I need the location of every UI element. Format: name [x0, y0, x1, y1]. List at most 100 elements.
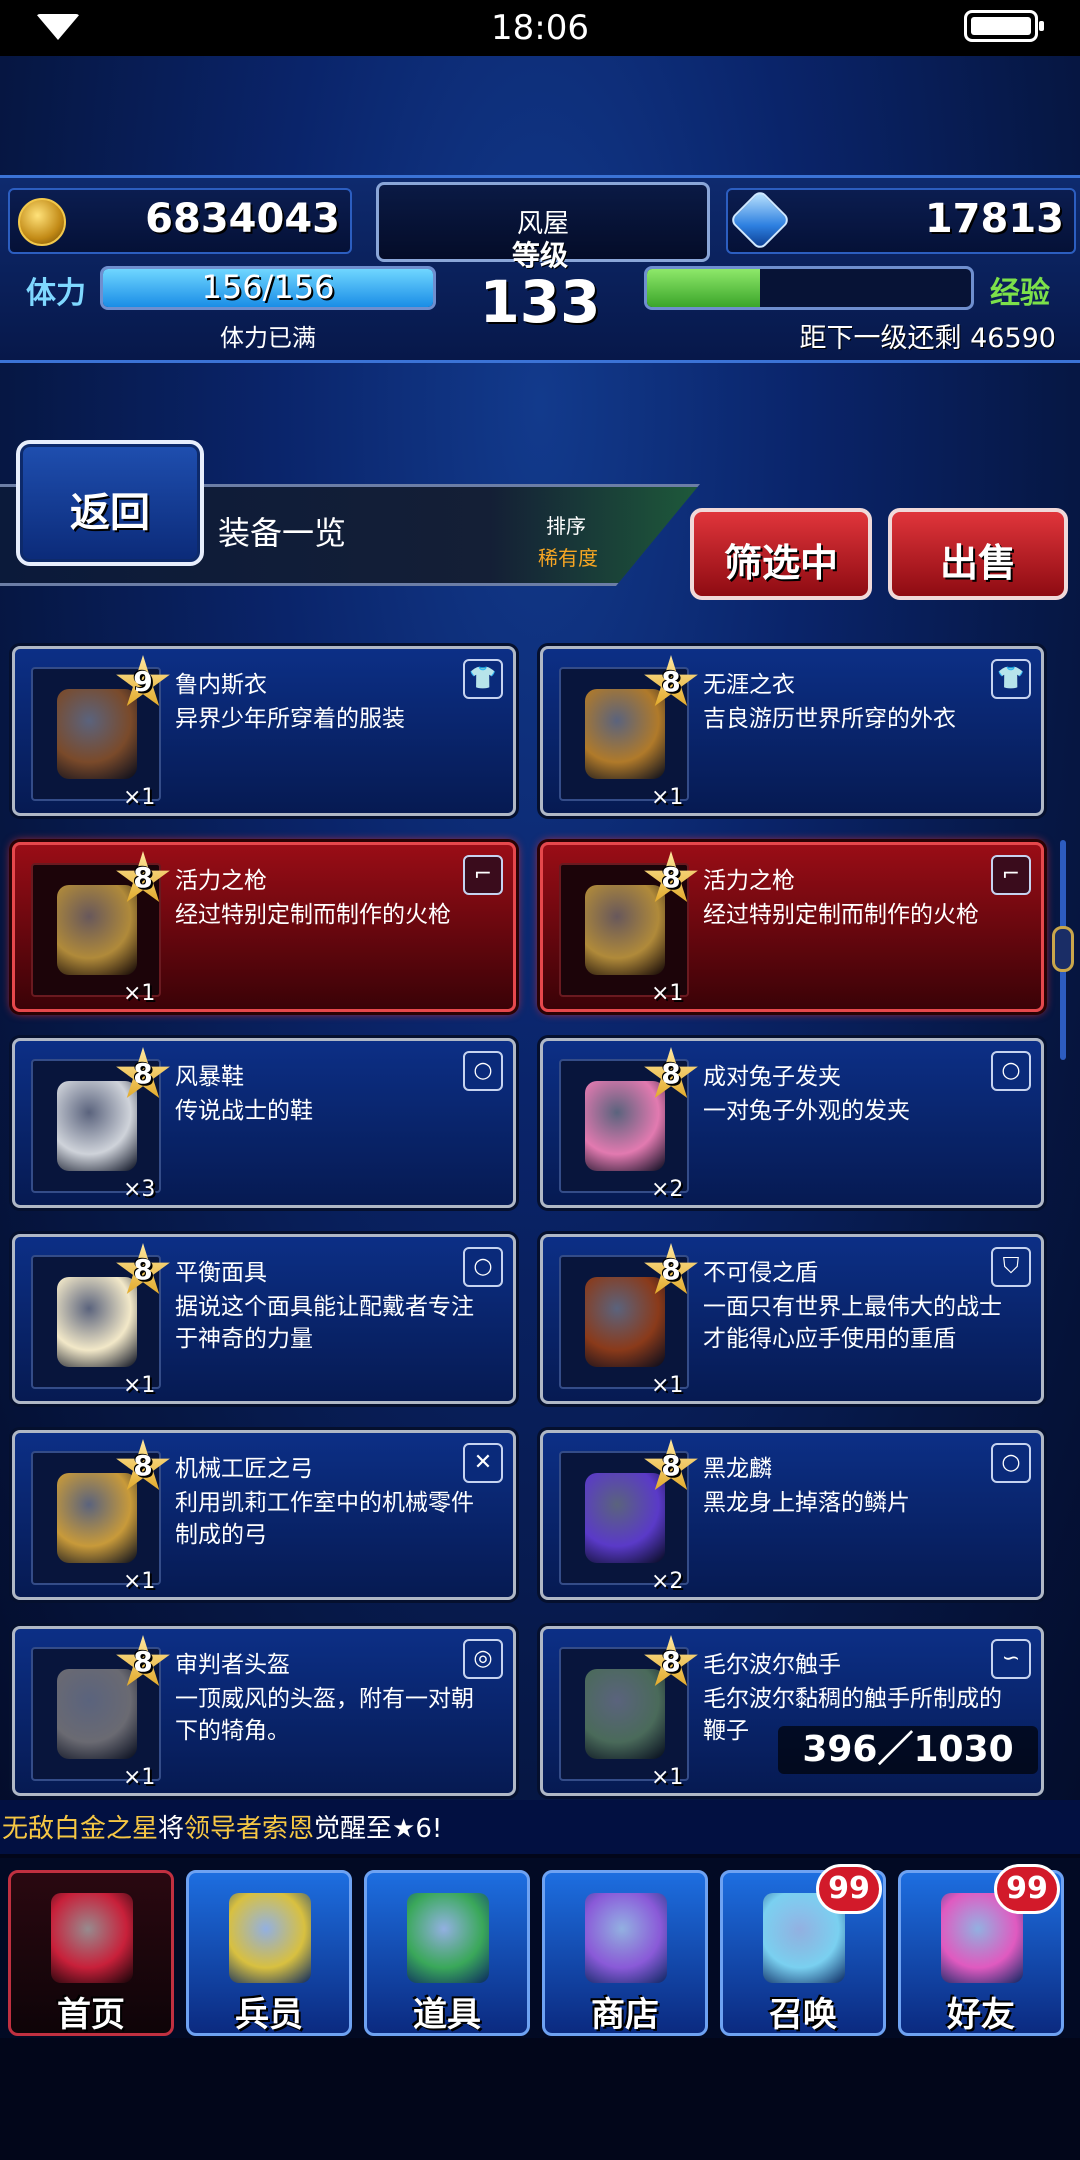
equipment-art: [57, 1669, 137, 1759]
equipment-art: [585, 1277, 665, 1367]
equipment-name: 不可侵之盾: [703, 1260, 818, 1286]
exp-bar-fill: [647, 269, 761, 307]
equipment-art: [585, 1473, 665, 1563]
tab-units[interactable]: 兵员: [186, 1870, 352, 2036]
gun-icon: ⌐: [463, 855, 503, 895]
equipment-name: 毛尔波尔触手: [703, 1652, 841, 1678]
equipment-name: 机械工匠之弓: [175, 1456, 313, 1482]
equipment-description: 据说这个面具能让配戴者专注于神奇的力量: [175, 1294, 474, 1352]
equipment-card[interactable]: ×1 8 活力之枪 经过特别定制而制作的火枪 ⌐: [540, 842, 1044, 1012]
equipment-card[interactable]: ×3 8 风暴鞋 传说战士的鞋 ○: [12, 1038, 516, 1208]
tab-art-icon: [229, 1893, 311, 1983]
accessory-icon: ○: [991, 1443, 1031, 1483]
stamina-value: 156/156: [201, 268, 335, 306]
ticker-player: 无敌白金之星: [2, 1814, 159, 1844]
equipment-description: 一对兔子外观的发夹: [703, 1098, 910, 1124]
equipment-description: 经过特别定制而制作的火枪: [703, 902, 979, 928]
tab-items[interactable]: 道具: [364, 1870, 530, 2036]
equipment-card[interactable]: ×1 9 鲁内斯衣 异界少年所穿着的服装 👕: [12, 646, 516, 816]
equipment-card[interactable]: ×1 8 活力之枪经过特别定制而制作的火枪 ⌐: [12, 842, 516, 1012]
equipment-art: [57, 1277, 137, 1367]
rarity-value: 8: [661, 1253, 681, 1286]
tab-label: 好友: [947, 1995, 1015, 2035]
ticker-unit: 领导者索恩: [184, 1814, 315, 1844]
equipment-description: 黑龙身上掉落的鳞片: [703, 1490, 910, 1516]
armor-icon: 👕: [991, 659, 1031, 699]
equipment-quantity: ×1: [123, 981, 156, 1006]
equipment-name: 鲁内斯衣: [175, 672, 267, 698]
equipment-quantity: ×1: [651, 1373, 684, 1398]
gun-icon: ⌐: [991, 855, 1031, 895]
equipment-art: [57, 885, 137, 975]
notification-badge: 99: [816, 1864, 882, 1914]
equipment-card[interactable]: ×2 8 成对兔子发夹 一对兔子外观的发夹 ○: [540, 1038, 1044, 1208]
rarity-value: 8: [661, 861, 681, 894]
tab-art-icon: [51, 1893, 133, 1983]
sell-button[interactable]: 出售: [888, 508, 1068, 600]
equipment-art: [585, 1081, 665, 1171]
equipment-name: 风暴鞋: [175, 1064, 244, 1090]
rarity-value: 8: [661, 1057, 681, 1090]
news-ticker: 无敌白金之星将领导者索恩觉醒至★6!: [0, 1800, 1080, 1854]
tab-home[interactable]: 首页: [8, 1870, 174, 2036]
equipment-description: 吉良游历世界所穿的外衣: [703, 706, 956, 732]
helmet-icon: ◎: [463, 1639, 503, 1679]
equipment-description: 经过特别定制而制作的火枪: [175, 902, 451, 928]
equipment-name: 平衡面具: [175, 1260, 267, 1286]
accessory-icon: ○: [463, 1051, 503, 1091]
sort-label[interactable]: 排序: [546, 510, 586, 539]
equipment-quantity: ×2: [651, 1177, 684, 1202]
ticker-verb: 将: [158, 1814, 185, 1844]
equipment-quantity: ×1: [123, 1569, 156, 1594]
ticker-result: 觉醒至★6!: [314, 1814, 443, 1844]
notification-badge: 99: [994, 1864, 1060, 1914]
equipment-quantity: ×1: [123, 1765, 156, 1790]
equipment-quantity: ×2: [651, 1569, 684, 1594]
equipment-name: 活力之枪: [175, 868, 267, 894]
status-bar: 18:06: [0, 0, 1080, 56]
equipment-name: 无涯之衣: [703, 672, 795, 698]
bow-icon: ✕: [463, 1443, 503, 1483]
tab-shop[interactable]: 商店: [542, 1870, 708, 2036]
gem-amount: 17813: [924, 196, 1064, 242]
equipment-quantity: ×1: [651, 785, 684, 810]
filter-button[interactable]: 筛选中: [690, 508, 872, 600]
equipment-card[interactable]: ×2 8 黑龙麟 黑龙身上掉落的鳞片 ○: [540, 1430, 1044, 1600]
equipment-quantity: ×1: [651, 1765, 684, 1790]
inventory-count: 396／1030: [778, 1726, 1038, 1774]
lapis-gem-icon: [728, 188, 792, 252]
gold-coin-icon: [18, 198, 66, 246]
sort-value[interactable]: 稀有度: [538, 542, 598, 571]
equipment-card[interactable]: ×1 8 机械工匠之弓利用凯莉工作室中的机械零件制成的弓 ✕: [12, 1430, 516, 1600]
equipment-card[interactable]: ×1 8 无涯之衣吉良游历世界所穿的外衣 👕: [540, 646, 1044, 816]
equipment-description: 利用凯莉工作室中的机械零件制成的弓: [175, 1490, 474, 1548]
gem-display: 17813: [726, 188, 1076, 254]
equipment-art: [585, 885, 665, 975]
rarity-value: 8: [133, 861, 153, 894]
equipment-description: 异界少年所穿着的服装: [175, 706, 405, 732]
equipment-art: [57, 689, 137, 779]
bottom-tab-bar: 首页 兵员 道具 商店 召唤 好友: [0, 1858, 1080, 2038]
scrollbar-thumb[interactable]: [1052, 926, 1074, 972]
rarity-value: 8: [661, 665, 681, 698]
equipment-description: 一面只有世界上最伟大的战士才能得心应手使用的重盾: [703, 1294, 1002, 1352]
battery-icon: [964, 10, 1044, 42]
equipment-card[interactable]: ×1 8 审判者头盔 一顶威风的头盔，附有一对朝下的犄角。 ◎: [12, 1626, 516, 1796]
tab-art-icon: [585, 1893, 667, 1983]
rarity-value: 8: [133, 1449, 153, 1482]
equipment-card[interactable]: ×1 8 平衡面具 据说这个面具能让配戴者专注于神奇的力量 ○: [12, 1234, 516, 1404]
equipment-art: [57, 1473, 137, 1563]
stamina-label: 体力: [26, 276, 86, 311]
tab-label: 兵员: [235, 1995, 303, 2035]
bottom-padding: [0, 2038, 1080, 2160]
clock: 18:06: [491, 8, 589, 48]
exp-label: 经验: [990, 276, 1050, 311]
exp-bar: [644, 266, 974, 310]
whip-icon: ∽: [991, 1639, 1031, 1679]
back-button[interactable]: 返回: [16, 440, 204, 566]
equipment-art: [57, 1081, 137, 1171]
exp-remaining: 距下一级还剩 46590: [799, 323, 1056, 354]
equipment-card[interactable]: ×1 8 不可侵之盾 一面只有世界上最伟大的战士才能得心应手使用的重盾 ⛉: [540, 1234, 1044, 1404]
equipment-art: [585, 1669, 665, 1759]
equipment-art: [585, 689, 665, 779]
